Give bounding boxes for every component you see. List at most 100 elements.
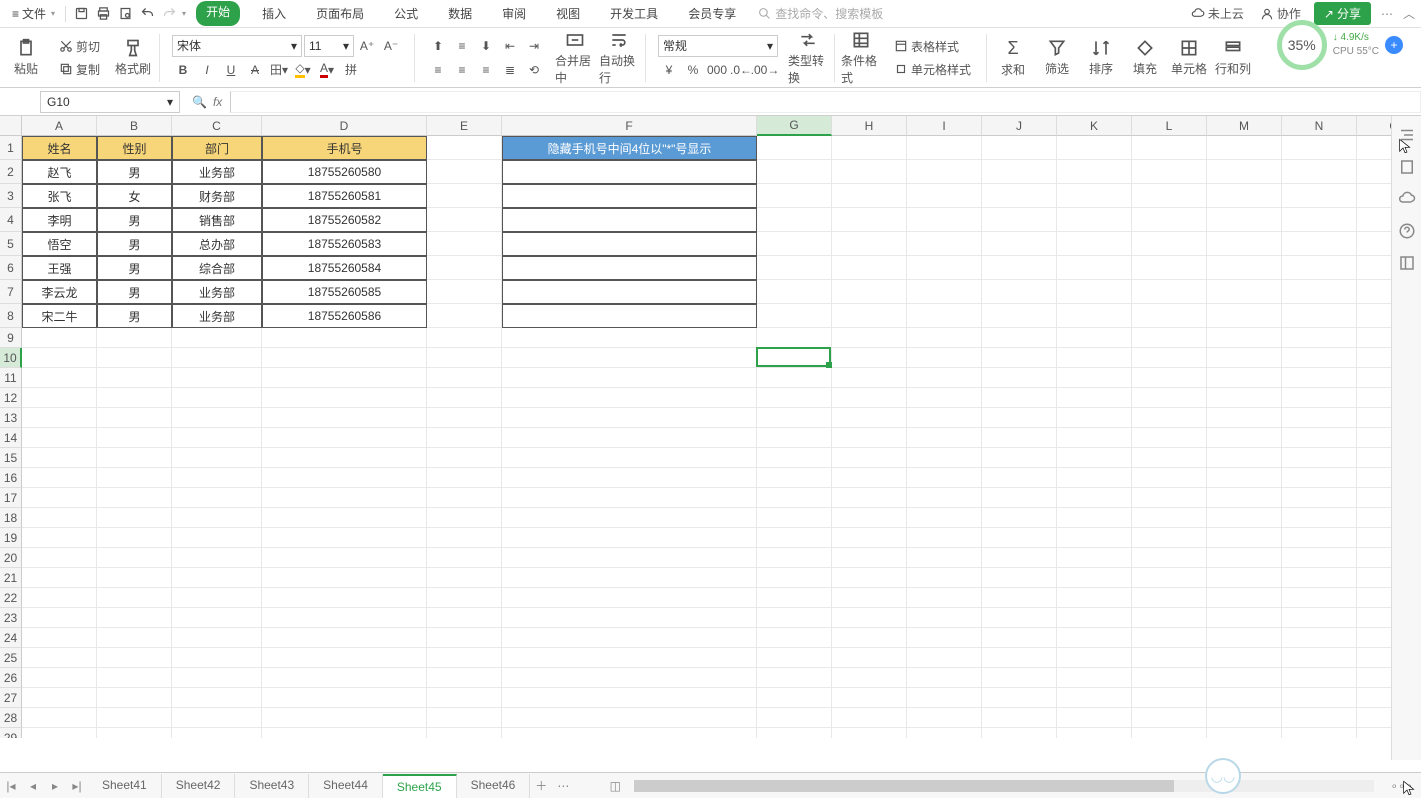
col-header-L[interactable]: L [1132, 116, 1207, 136]
cell-C21[interactable] [172, 568, 262, 588]
row-header-6[interactable]: 6 [0, 256, 22, 280]
cell-A11[interactable] [22, 368, 97, 388]
cell-K11[interactable] [1057, 368, 1132, 388]
cell-H22[interactable] [832, 588, 907, 608]
cell-content[interactable]: 男 [97, 160, 172, 184]
cell-E23[interactable] [427, 608, 502, 628]
cell-H7[interactable] [832, 280, 907, 304]
cell-B25[interactable] [97, 648, 172, 668]
cell-content[interactable]: 男 [97, 232, 172, 256]
cell-L13[interactable] [1132, 408, 1207, 428]
row-header-8[interactable]: 8 [0, 304, 22, 328]
cell-E12[interactable] [427, 388, 502, 408]
cell-G17[interactable] [757, 488, 832, 508]
cell-M5[interactable] [1207, 232, 1282, 256]
cell-E7[interactable] [427, 280, 502, 304]
cell-D25[interactable] [262, 648, 427, 668]
cell-G19[interactable] [757, 528, 832, 548]
cell-A21[interactable] [22, 568, 97, 588]
ribbon-tab-3[interactable]: 公式 [386, 1, 426, 26]
cell-N6[interactable] [1282, 256, 1357, 280]
italic-icon[interactable]: I [196, 59, 218, 81]
cell-content[interactable] [502, 304, 757, 328]
col-header-G[interactable]: G [757, 116, 832, 136]
cell-K2[interactable] [1057, 160, 1132, 184]
cell-K3[interactable] [1057, 184, 1132, 208]
cell-K22[interactable] [1057, 588, 1132, 608]
indent-increase-icon[interactable]: ⇥ [523, 35, 545, 57]
col-header-C[interactable]: C [172, 116, 262, 136]
cell-C19[interactable] [172, 528, 262, 548]
cell-I11[interactable] [907, 368, 982, 388]
align-center-icon[interactable]: ≡ [451, 59, 473, 81]
cell-H3[interactable] [832, 184, 907, 208]
sheets-menu-icon[interactable]: ⋯ [552, 775, 574, 797]
col-header-I[interactable]: I [907, 116, 982, 136]
cell-I17[interactable] [907, 488, 982, 508]
cell-H15[interactable] [832, 448, 907, 468]
orientation-icon[interactable]: ⟲ [523, 59, 545, 81]
cell-H27[interactable] [832, 688, 907, 708]
chevron-up-icon[interactable]: ︿ [1403, 5, 1415, 22]
cell-content[interactable]: 李明 [22, 208, 97, 232]
cell-A22[interactable] [22, 588, 97, 608]
cell-G3[interactable] [757, 184, 832, 208]
cell-A10[interactable] [22, 348, 97, 368]
cell-C26[interactable] [172, 668, 262, 688]
cell-I20[interactable] [907, 548, 982, 568]
font-color-icon[interactable]: A▾ [316, 59, 338, 81]
layout-icon[interactable] [1398, 254, 1416, 272]
cell-M8[interactable] [1207, 304, 1282, 328]
cell-G5[interactable] [757, 232, 832, 256]
cell-G28[interactable] [757, 708, 832, 728]
cell-content[interactable]: 业务部 [172, 160, 262, 184]
cell-J20[interactable] [982, 548, 1057, 568]
cell-N15[interactable] [1282, 448, 1357, 468]
cell-E27[interactable] [427, 688, 502, 708]
col-header-H[interactable]: H [832, 116, 907, 136]
conditional-format-button[interactable]: 条件格式 [841, 30, 881, 86]
cell-D19[interactable] [262, 528, 427, 548]
cell-E25[interactable] [427, 648, 502, 668]
cell-A20[interactable] [22, 548, 97, 568]
cell-A29[interactable] [22, 728, 97, 738]
cell-I24[interactable] [907, 628, 982, 648]
cell-content[interactable]: 悟空 [22, 232, 97, 256]
ribbon-tab-1[interactable]: 插入 [254, 1, 294, 26]
cell-K17[interactable] [1057, 488, 1132, 508]
cell-content[interactable]: 18755260580 [262, 160, 427, 184]
cell-I13[interactable] [907, 408, 982, 428]
col-header-K[interactable]: K [1057, 116, 1132, 136]
decrease-font-icon[interactable]: A⁻ [380, 35, 402, 57]
row-header-19[interactable]: 19 [0, 528, 22, 548]
cell-M15[interactable] [1207, 448, 1282, 468]
cell-E28[interactable] [427, 708, 502, 728]
cell-F20[interactable] [502, 548, 757, 568]
cell-button[interactable]: 单元格 [1169, 38, 1209, 77]
cell-M19[interactable] [1207, 528, 1282, 548]
cell-A25[interactable] [22, 648, 97, 668]
cell-F25[interactable] [502, 648, 757, 668]
cell-K4[interactable] [1057, 208, 1132, 232]
ribbon-tab-5[interactable]: 审阅 [494, 1, 534, 26]
cell-G18[interactable] [757, 508, 832, 528]
cell-I5[interactable] [907, 232, 982, 256]
row-header-21[interactable]: 21 [0, 568, 22, 588]
cell-H10[interactable] [832, 348, 907, 368]
row-header-26[interactable]: 26 [0, 668, 22, 688]
font-name-select[interactable]: 宋体▾ [172, 35, 302, 57]
save-icon[interactable] [70, 3, 92, 25]
cell-E19[interactable] [427, 528, 502, 548]
cell-K27[interactable] [1057, 688, 1132, 708]
cell-F23[interactable] [502, 608, 757, 628]
cell-content[interactable]: 财务部 [172, 184, 262, 208]
cell-D21[interactable] [262, 568, 427, 588]
cell-content[interactable]: 男 [97, 304, 172, 328]
phonetic-icon[interactable]: 拼 [340, 59, 362, 81]
cell-B13[interactable] [97, 408, 172, 428]
cell-K26[interactable] [1057, 668, 1132, 688]
cell-K19[interactable] [1057, 528, 1132, 548]
settings-icon[interactable] [1398, 126, 1416, 144]
cell-D13[interactable] [262, 408, 427, 428]
cell-F17[interactable] [502, 488, 757, 508]
